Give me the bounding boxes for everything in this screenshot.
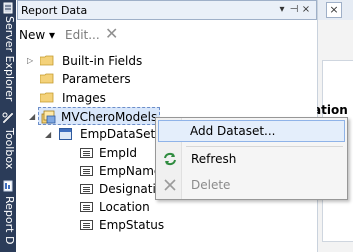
tree-item-mvcheromodels[interactable]: MVCheroModels <box>38 107 160 125</box>
report-data-tab[interactable]: Report D <box>1 180 16 252</box>
collapse-arrow-icon[interactable]: ◢ <box>45 131 53 139</box>
context-menu: Add Dataset... Refresh Delete <box>155 117 348 200</box>
tree-item-images[interactable]: Images <box>25 89 225 107</box>
report-icon <box>3 180 13 192</box>
tree-label: EmpDataSet <box>80 127 156 141</box>
tree-item-empdataset[interactable]: EmpDataSet <box>59 125 169 143</box>
window-title: Report Data <box>21 4 88 17</box>
tree-item-builtin-fields[interactable]: ▷ Built-in Fields <box>25 52 225 70</box>
refresh-menu-item[interactable]: Refresh <box>158 148 345 170</box>
tree-label: EmpName <box>99 164 162 178</box>
collapse-arrow-icon[interactable]: ◢ <box>29 113 37 121</box>
toolbox-tab[interactable]: Toolbox <box>1 112 16 180</box>
menu-item-label: Refresh <box>191 152 237 166</box>
folder-icon <box>40 55 54 66</box>
background-heading-fragment: ation <box>313 103 348 117</box>
delete-menu-item[interactable]: Delete <box>158 174 345 196</box>
delete-toolbar-icon[interactable]: ✕ <box>105 26 118 42</box>
server-icon <box>3 2 13 14</box>
server-explorer-tab[interactable]: Server Explorer <box>1 2 16 112</box>
auto-hide-strip: Server Explorer Toolbox Report D <box>0 0 16 252</box>
tree-label: MVCheroModels <box>61 110 158 124</box>
close-icon: × <box>329 3 339 16</box>
folder-icon <box>40 92 54 103</box>
field-icon <box>80 202 93 212</box>
datasource-icon <box>41 110 56 124</box>
field-icon <box>80 184 93 194</box>
new-button[interactable]: New ▾ <box>19 28 55 42</box>
menu-item-label: Add Dataset... <box>190 124 276 138</box>
window-close-icon[interactable]: × <box>300 4 312 15</box>
tree-label: Images <box>62 91 106 105</box>
window-title-buttons: ▾ ⊣ × <box>276 4 312 15</box>
tree-label: EmpStatus <box>99 218 165 232</box>
window-titlebar: Report Data ▾ ⊣ × <box>17 0 317 20</box>
field-icon <box>80 148 93 158</box>
toolbox-icon <box>2 112 14 124</box>
window-dropdown-icon[interactable]: ▾ <box>276 4 288 15</box>
report-data-label: Report D <box>3 196 16 245</box>
server-explorer-label: Server Explorer <box>3 16 16 102</box>
menu-item-label: Delete <box>191 178 231 192</box>
field-icon <box>80 220 93 230</box>
background-close-button[interactable]: × <box>326 2 342 18</box>
tree-label: Location <box>99 200 150 214</box>
dataset-icon <box>59 128 72 140</box>
edit-button[interactable]: Edit... <box>65 28 100 42</box>
menu-separator <box>186 146 343 147</box>
folder-icon <box>40 73 54 84</box>
toolbox-label: Toolbox <box>3 128 16 170</box>
add-dataset-menu-item[interactable]: Add Dataset... <box>158 120 345 142</box>
delete-icon <box>164 179 176 191</box>
pin-icon[interactable]: ⊣ <box>288 4 300 15</box>
expand-arrow-icon[interactable]: ▷ <box>27 57 35 65</box>
tree-item-field[interactable]: Location <box>79 198 169 216</box>
tree-label: Built-in Fields <box>62 54 143 68</box>
field-icon <box>80 166 93 176</box>
tree-item-parameters[interactable]: Parameters <box>25 70 225 88</box>
refresh-icon <box>164 152 176 166</box>
report-data-toolbar: New ▾ Edit... ✕ <box>17 22 317 50</box>
tree-label: Parameters <box>62 72 131 86</box>
tree-label: EmpId <box>99 146 138 160</box>
tree-item-field[interactable]: EmpStatus <box>79 216 169 234</box>
